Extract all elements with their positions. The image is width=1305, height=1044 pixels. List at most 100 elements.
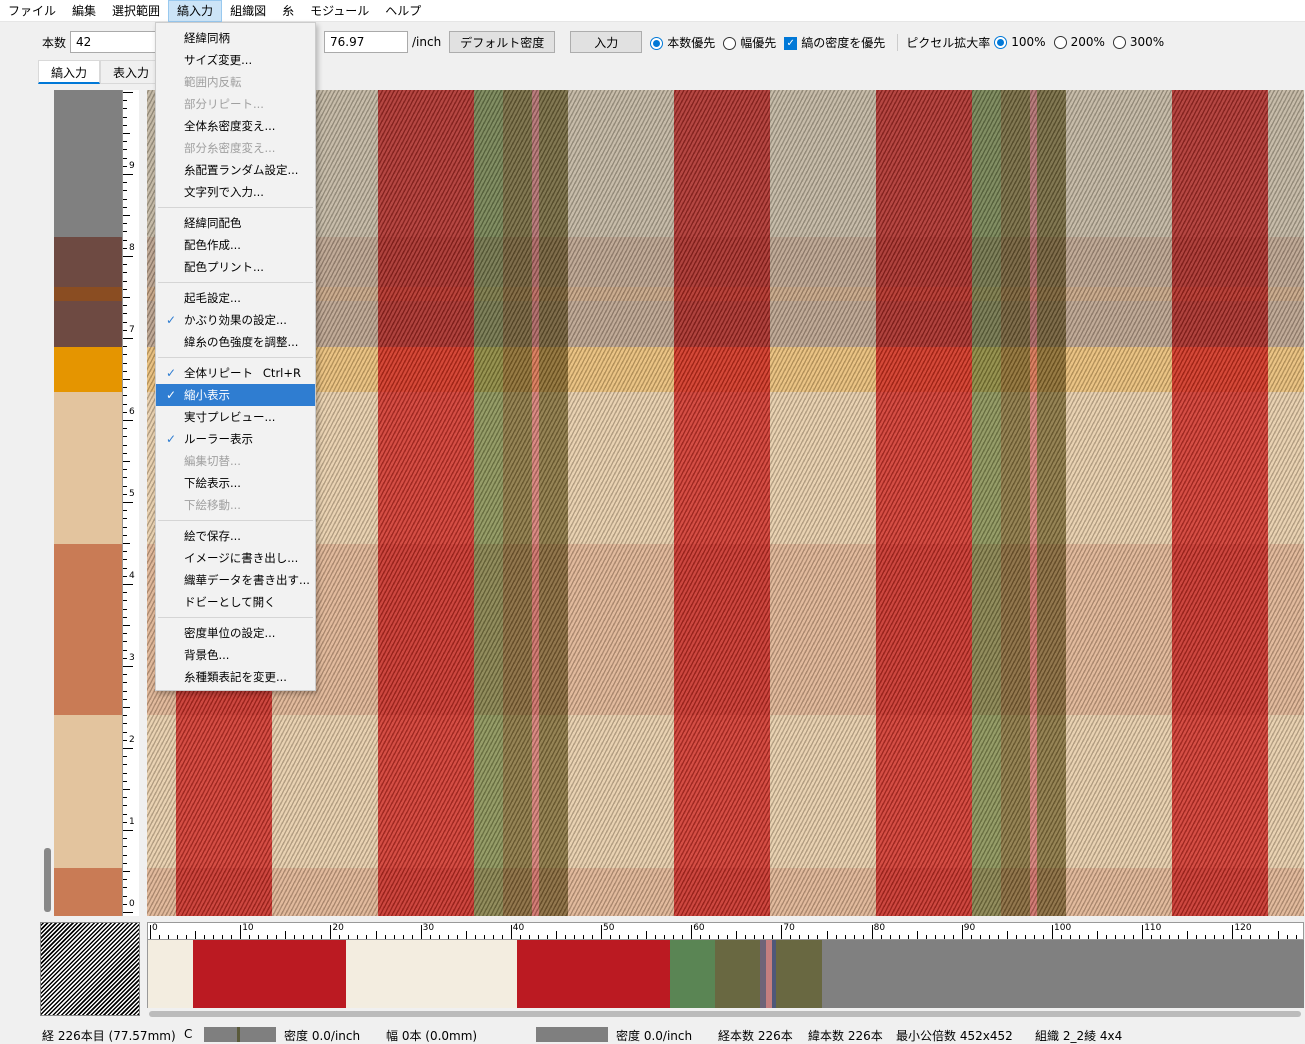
weft-stripe-column[interactable] [54,90,122,916]
weft-stripe[interactable] [54,544,122,715]
warp-stripe[interactable] [670,940,715,1008]
weft-stripe[interactable] [54,90,122,237]
ruler-tick [123,149,127,151]
tab-table-input[interactable]: 表入力 [100,60,163,84]
warp-scrollbar[interactable] [147,1008,1304,1020]
dropdown-item[interactable]: ✓ 全体リピート Ctrl+R [156,362,315,384]
dropdown-item: 部分リピート... [156,93,315,115]
dropdown-item[interactable]: 緯糸の色強度を調整... [156,331,315,353]
warp-stripe[interactable] [193,940,346,1008]
dropdown-item-label: 範囲内反転 [184,75,242,89]
weft-stripe[interactable] [54,715,122,868]
count-priority-option[interactable]: 本数優先 [650,34,715,51]
vertical-ruler: 9 8 7 6 5 4 3 2 1 0 [122,90,139,916]
zoom-option-200[interactable]: 200% [1053,35,1105,49]
ruler-label: 50 [603,923,615,933]
ruler-tick [799,935,801,939]
menu-stripe-input[interactable]: 縞入力 [168,0,223,22]
ruler-tick [123,731,127,733]
dropdown-item[interactable]: 絵で保存... [156,525,315,547]
input-button[interactable]: 入力 [570,31,643,53]
weft-stripe[interactable] [54,237,122,287]
scroll-thumb[interactable] [44,848,51,912]
menu-help[interactable]: ヘルプ [377,0,429,22]
width-priority-option[interactable]: 幅優先 [723,34,776,51]
ruler-tick [123,657,127,659]
dropdown-item[interactable]: ドビーとして開く [156,591,315,613]
warp-stripe[interactable] [517,940,670,1008]
menu-weave-diagram[interactable]: 組織図 [222,0,274,22]
dropdown-item[interactable]: イメージに書き出し... [156,547,315,569]
weft-stripe[interactable] [54,392,122,544]
dropdown-item-label: 密度単位の設定... [184,626,276,640]
ruler-tick [1106,935,1108,939]
tab-stripe-input[interactable]: 縞入力 [38,60,101,84]
fabric-preview[interactable] [147,90,1304,916]
ruler-tick [330,925,332,939]
warp-stripe[interactable] [148,940,193,1008]
warp-stripe[interactable] [346,940,517,1008]
stripe-density-priority-checkbox[interactable]: ✓ 縞の密度を優先 [784,34,885,51]
scroll-thumb[interactable] [149,1011,1301,1017]
dropdown-item[interactable]: 糸配置ランダム設定... [156,159,315,181]
dropdown-item[interactable]: 配色プリント... [156,256,315,278]
ruler-tick [123,895,127,897]
dropdown-item[interactable]: 配色作成... [156,234,315,256]
warp-stripe[interactable] [715,940,760,1008]
ruler-tick [123,633,127,635]
count-input[interactable] [70,31,157,53]
zoom-100-label: 100% [1011,35,1046,49]
warp-stripe-row[interactable] [147,940,1304,1008]
weft-stripe[interactable] [54,301,122,347]
color-swatch-2 [536,1027,608,1042]
ruler-tick [123,477,127,479]
ruler-tick [123,493,127,495]
zoom-option-300[interactable]: 300% [1112,35,1164,49]
menu-yarn[interactable]: 糸 [274,0,302,22]
weft-stripe[interactable] [54,287,122,301]
ruler-tick [907,935,909,939]
menu-selection[interactable]: 選択範囲 [104,0,168,22]
dropdown-item[interactable]: 密度単位の設定... [156,622,315,644]
dropdown-item-label: 全体リピート [184,366,253,380]
ruler-tick [700,935,702,939]
dropdown-item[interactable]: 背景色... [156,644,315,666]
menu-file[interactable]: ファイル [0,0,64,22]
count-label: 本数 [42,35,67,50]
dropdown-item[interactable]: 文字列で入力... [156,181,315,203]
dropdown-item[interactable]: ✓ かぶり効果の設定... [156,309,315,331]
ruler-tick [646,931,648,939]
menu-edit[interactable]: 編集 [64,0,104,22]
dropdown-item[interactable]: 下絵表示... [156,472,315,494]
dropdown-item-label: 文字列で入力... [184,185,264,199]
dropdown-item[interactable]: 経緯同配色 [156,212,315,234]
ruler-tick [880,935,882,939]
weft-stripe[interactable] [54,868,122,916]
dropdown-item[interactable]: 全体糸密度変え... [156,115,315,137]
weave-thumbnail[interactable] [40,922,140,1016]
status-density-2: 密度 0.0/inch [616,1029,693,1043]
ruler-tick [862,935,864,939]
dropdown-item[interactable]: 起毛設定... [156,287,315,309]
dropdown-item[interactable]: 実寸プレビュー... [156,406,315,428]
ruler-tick [123,854,127,856]
menu-module[interactable]: モジュール [302,0,377,22]
warp-stripe[interactable] [776,940,822,1008]
dropdown-item[interactable]: 織華データを書き出す... [156,569,315,591]
dropdown-item[interactable]: ✓ 縮小表示 [156,384,315,406]
weft-stripe[interactable] [54,347,122,392]
ruler-tick [1268,935,1270,939]
ruler-tick [123,608,127,610]
ruler-tick [123,674,127,676]
density-input[interactable] [324,31,409,53]
ruler-tick [312,935,314,939]
dropdown-item[interactable]: 経緯同柄 [156,27,315,49]
ruler-tick [123,174,133,175]
default-density-button[interactable]: デフォルト密度 [449,31,556,53]
dropdown-item[interactable]: ✓ ルーラー表示 [156,428,315,450]
dropdown-item[interactable]: サイズ変更... [156,49,315,71]
dropdown-item[interactable]: 糸種類表記を変更... [156,666,315,688]
warp-stripe[interactable] [822,940,1303,1008]
zoom-option-100[interactable]: 100% [994,35,1046,49]
weft-scrollbar[interactable] [41,90,54,916]
